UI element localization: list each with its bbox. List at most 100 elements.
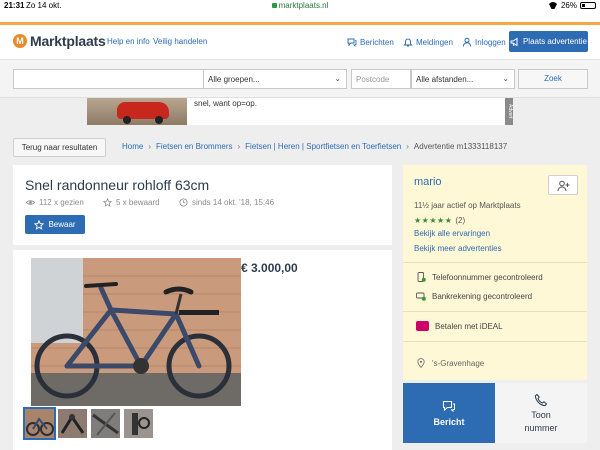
search-bar: Alle groepen... ⌄ Postcode Alle afstande… <box>0 60 600 98</box>
breadcrumb-separator-icon: › <box>237 142 241 151</box>
search-button[interactable]: Zoek <box>518 69 588 89</box>
seller-card: mario 11½ jaar actief op Marktplaats ★★★… <box>403 165 587 380</box>
chevron-down-icon: ⌄ <box>502 74 509 83</box>
user-icon <box>462 37 472 47</box>
saves-count: 5 x bewaard <box>103 198 160 207</box>
main-photo[interactable] <box>31 258 241 406</box>
all-reviews-link[interactable]: Bekijk alle ervaringen <box>414 229 490 238</box>
posted-since-label: sinds 14 okt. '18, 15:46 <box>192 198 275 207</box>
bell-icon <box>403 38 413 47</box>
message-seller-button[interactable]: Bericht <box>403 383 495 443</box>
views-label: 112 x gezien <box>39 198 84 207</box>
phone-verified: Telefoonnummer gecontroleerd <box>416 272 543 282</box>
address-url: marktplaats.nl <box>278 1 329 10</box>
bank-check-icon <box>416 292 426 301</box>
battery-percentage: 26% <box>560 1 577 10</box>
ideal-payment: Betalen met iDEAL <box>416 321 503 331</box>
chat-icon <box>347 38 357 47</box>
notifications-label: Meldingen <box>416 37 453 47</box>
battery-icon <box>580 2 596 9</box>
seller-name[interactable]: mario <box>414 176 442 188</box>
star-outline-icon <box>103 198 112 207</box>
add-user-icon <box>557 180 570 192</box>
listing-title-card: Snel randonneur rohloff 63cm 112 x gezie… <box>13 165 392 245</box>
notifications-link[interactable]: Meldingen <box>403 37 453 47</box>
divider <box>403 311 587 312</box>
bicycle-photo-illustration <box>31 258 241 406</box>
megaphone-icon <box>510 37 518 46</box>
show-number-label-line2: nummer <box>524 423 558 433</box>
listing-price: € 3.000,00 <box>241 261 298 275</box>
post-ad-button[interactable]: Plaats advertentie <box>509 31 588 52</box>
seller-rating: ★★★★★ (2) <box>414 216 465 225</box>
breadcrumb-category[interactable]: Fietsen en Brommers <box>156 142 232 151</box>
messages-label: Berichten <box>360 37 394 47</box>
ideal-icon <box>416 321 429 331</box>
posted-since: sinds 14 okt. '18, 15:46 <box>179 198 274 207</box>
views-count: 112 x gezien <box>26 198 84 207</box>
thumbnail-strip <box>23 407 153 440</box>
breadcrumb-current: Advertentie m1333118137 <box>413 142 508 151</box>
more-ads-link[interactable]: Bekijk meer advertenties <box>414 244 502 253</box>
thumbnail-image <box>92 412 119 436</box>
seller-location: 's-Gravenhage <box>416 358 484 368</box>
login-link[interactable]: Inloggen <box>462 37 506 47</box>
thumbnail-image <box>132 413 150 435</box>
saves-label: 5 x bewaard <box>116 198 160 207</box>
thumbnail[interactable] <box>23 407 56 440</box>
divider <box>403 262 587 263</box>
seller-years-active: 11½ jaar actief op Marktplaats <box>414 201 521 210</box>
help-link[interactable]: Help en info <box>107 37 150 46</box>
location-pin-icon <box>417 358 425 368</box>
clock-icon <box>179 198 188 207</box>
breadcrumb-home[interactable]: Home <box>122 142 143 151</box>
thumbnail-image <box>26 417 54 436</box>
divider <box>403 341 587 342</box>
distance-select[interactable]: Alle afstanden... ⌄ <box>411 69 515 89</box>
login-label: Inloggen <box>475 37 506 47</box>
breadcrumb-separator-icon: › <box>148 142 152 151</box>
car-wheel <box>123 116 131 124</box>
thumbnail[interactable] <box>58 409 87 438</box>
thumbnail[interactable] <box>124 409 153 438</box>
site-header: M Marktplaats Help en info Veilig handel… <box>0 25 600 60</box>
breadcrumb: Home › Fietsen en Brommers › Fietsen | Heren… <box>122 142 507 151</box>
thumbnail[interactable] <box>91 409 120 438</box>
back-to-results-button[interactable]: Terug naar resultaten <box>13 138 106 157</box>
battery-fill <box>582 4 585 7</box>
bank-verified: Bankrekening gecontroleerd <box>416 291 532 301</box>
ad-banner[interactable]: snel, want op=op. Advert <box>87 98 513 125</box>
category-select[interactable]: Alle groepen... ⌄ <box>203 69 347 89</box>
save-label: Bewaar <box>48 220 76 229</box>
site-logo[interactable]: M Marktplaats <box>13 33 106 49</box>
category-value: Alle groepen... <box>208 75 260 84</box>
follow-seller-button[interactable] <box>548 175 578 195</box>
status-bar: 21:31 Zo 14 okt. marktplaats.nl 26% <box>0 0 600 12</box>
messages-link[interactable]: Berichten <box>347 37 394 47</box>
star-outline-icon <box>34 219 45 230</box>
lock-icon <box>271 3 277 8</box>
location-label: 's-Gravenhage <box>432 358 485 368</box>
message-seller-label: Bericht <box>433 417 465 427</box>
banner-ad-tag: Advert <box>505 98 513 125</box>
rating-stars-icon: ★★★★★ <box>414 216 453 225</box>
logo-icon: M <box>13 34 27 48</box>
address-bar[interactable]: marktplaats.nl <box>0 1 600 10</box>
car-wheel <box>155 116 163 124</box>
listing-media-card: € 3.000,00 <box>13 250 392 450</box>
listing-title: Snel randonneur rohloff 63cm <box>25 177 210 193</box>
browser-top-spacer <box>0 12 600 22</box>
thumbnail-image <box>60 414 85 434</box>
contact-actions: Bericht Toon nummer <box>403 383 587 443</box>
save-button[interactable]: Bewaar <box>25 215 85 234</box>
distance-value: Alle afstanden... <box>416 75 474 84</box>
safe-trade-link[interactable]: Veilig handelen <box>153 37 207 46</box>
show-number-button[interactable]: Toon nummer <box>495 383 587 443</box>
show-number-label-line1: Toon <box>531 410 551 420</box>
banner-text: snel, want op=op. <box>194 99 257 108</box>
breadcrumb-subcategory[interactable]: Fietsen | Heren | Sportfietsen en Toerfi… <box>245 142 401 151</box>
postcode-input[interactable]: Postcode <box>351 69 411 89</box>
wifi-icon <box>548 2 558 9</box>
banner-car-image <box>87 98 187 125</box>
search-input[interactable] <box>13 69 204 89</box>
